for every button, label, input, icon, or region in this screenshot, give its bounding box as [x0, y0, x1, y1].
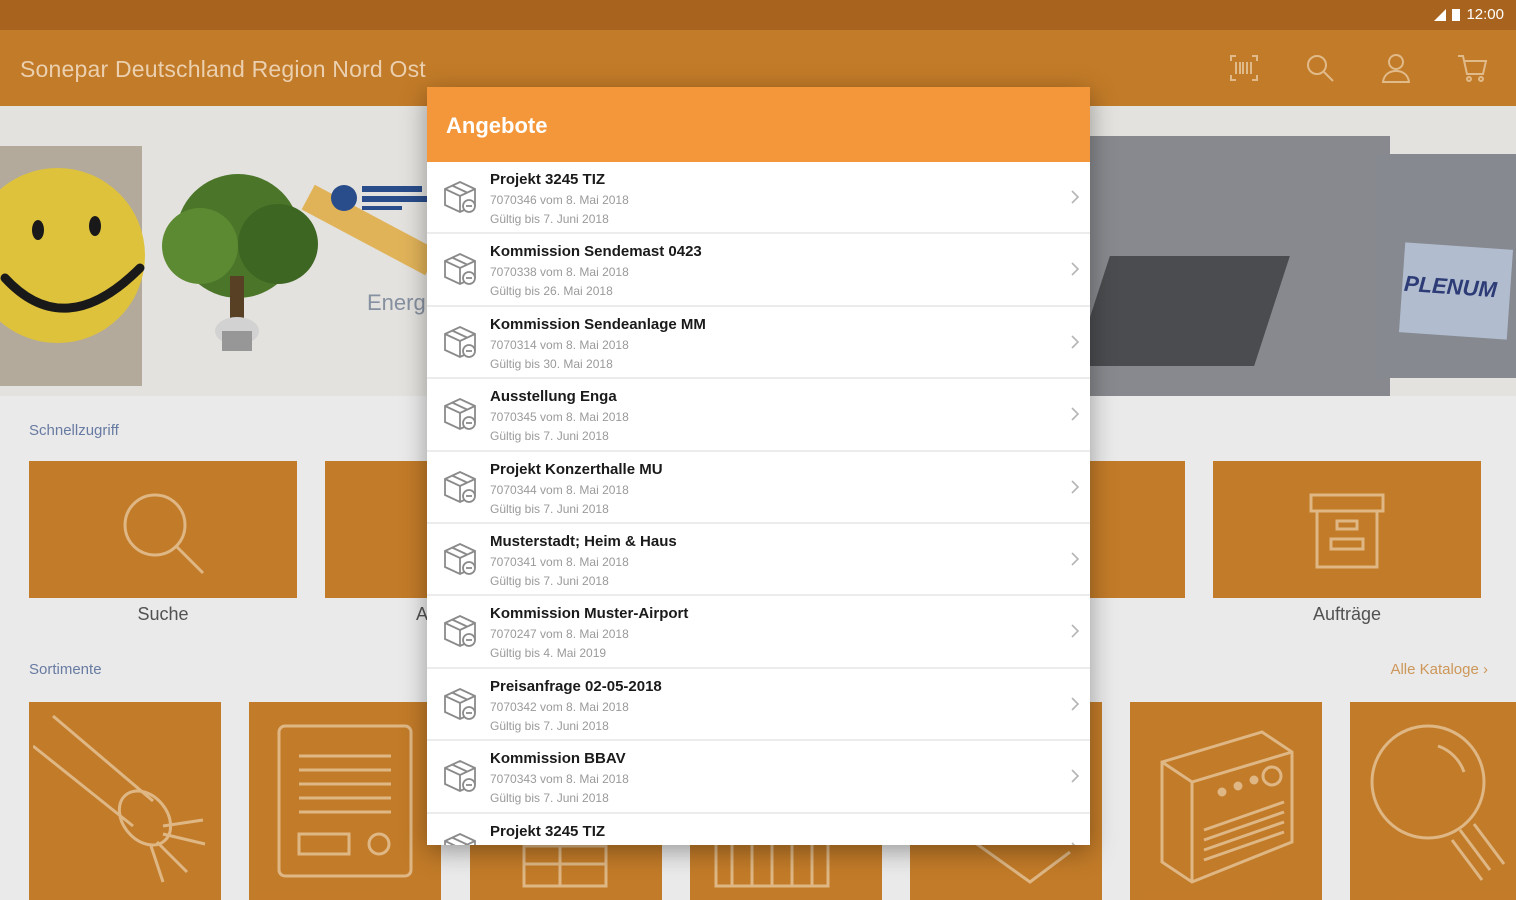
chevron-right-icon: [1071, 479, 1080, 494]
offer-list-item[interactable]: Kommission Sendeanlage MM 7070314 vom 8.…: [427, 307, 1090, 380]
status-time: 12:00: [1466, 6, 1504, 23]
offer-valid-until: Gültig bis 4. Mai 2019: [490, 646, 607, 661]
offer-list-item[interactable]: Kommission BBAV 7070343 vom 8. Mai 2018 …: [427, 741, 1090, 814]
package-icon: [444, 542, 476, 575]
offer-number-date: 7070247 vom 8. Mai 2018: [490, 627, 629, 642]
package-icon: [444, 470, 476, 503]
offer-valid-until: Gültig bis 7. Juni 2018: [490, 429, 609, 444]
offer-title: Ausstellung Enga: [490, 388, 617, 406]
offer-title: Projekt Konzerthalle MU: [490, 460, 663, 478]
offer-number-date: 7070345 vom 8. Mai 2018: [490, 410, 629, 425]
offer-list-item[interactable]: Projekt 3245 TIZ 7070346 vom 8. Mai 2018…: [427, 162, 1090, 235]
offer-number-date: 7070346 vom 8. Mai 2018: [490, 193, 629, 207]
dialog-header: Angebote: [427, 87, 1090, 162]
package-icon: [444, 325, 476, 358]
offer-list-item[interactable]: Projekt 3245 TIZ: [427, 814, 1090, 845]
package-icon: [444, 253, 476, 286]
offer-list-item[interactable]: Projekt Konzerthalle MU 7070344 vom 8. M…: [427, 452, 1090, 524]
offer-number-date: 7070344 vom 8. Mai 2018: [490, 482, 629, 497]
offer-title: Kommission BBAV: [490, 750, 626, 768]
offer-valid-until: Gültig bis 7. Juni 2018: [490, 791, 609, 806]
offer-number-date: 7070341 vom 8. Mai 2018: [490, 554, 629, 569]
chevron-right-icon: [1071, 769, 1080, 783]
offer-title: Projekt 3245 TIZ: [490, 171, 606, 188]
chevron-right-icon: [1071, 624, 1080, 638]
offer-title: Preisanfrage 02-05-2018: [490, 677, 662, 695]
chevron-right-icon: [1071, 262, 1080, 276]
package-icon: [444, 832, 476, 845]
chevron-right-icon: [1071, 190, 1080, 204]
package-icon: [444, 398, 476, 431]
offer-title: Kommission Sendeanlage MM: [490, 315, 706, 333]
offer-valid-until: Gültig bis 30. Mai 2018: [490, 356, 613, 371]
package-icon: [444, 181, 476, 213]
offer-valid-until: Gültig bis 26. Mai 2018: [490, 284, 613, 299]
offer-title: Kommission Sendemast 0423: [490, 243, 702, 261]
offer-valid-until: Gültig bis 7. Juni 2018: [490, 501, 609, 516]
offer-list-item[interactable]: Musterstadt; Heim & Haus 7070341 vom 8. …: [427, 524, 1090, 597]
offer-title: Projekt 3245 TIZ: [490, 822, 606, 840]
offer-list-item[interactable]: Kommission Muster-Airport 7070247 vom 8.…: [427, 596, 1090, 669]
offer-title: Musterstadt; Heim & Haus: [490, 532, 677, 550]
offer-list-item[interactable]: Preisanfrage 02-05-2018 7070342 vom 8. M…: [427, 669, 1090, 742]
offer-valid-until: Gültig bis 7. Juni 2018: [490, 718, 609, 733]
signal-icon: [1434, 8, 1447, 21]
battery-icon: [1452, 8, 1461, 21]
status-bar: 12:00: [0, 0, 1516, 30]
offer-list-item[interactable]: Kommission Sendemast 0423 7070338 vom 8.…: [427, 234, 1090, 307]
dialog-title: Angebote: [446, 113, 548, 138]
offer-list-item[interactable]: Ausstellung Enga 7070345 vom 8. Mai 2018…: [427, 379, 1090, 452]
offer-number-date: 7070343 vom 8. Mai 2018: [490, 772, 629, 787]
chevron-right-icon: [1071, 335, 1080, 349]
offer-title: Kommission Muster-Airport: [490, 605, 689, 623]
offer-valid-until: Gültig bis 7. Juni 2018: [490, 573, 609, 588]
chevron-right-icon: [1071, 841, 1076, 845]
chevron-right-icon: [1071, 407, 1080, 421]
offer-valid-until: Gültig bis 7. Juni 2018: [490, 212, 609, 226]
offers-dialog: Angebote Projekt 3245 TIZ 7070346 vom 8.…: [427, 87, 1090, 845]
offer-number-date: 7070338 vom 8. Mai 2018: [490, 265, 629, 280]
chevron-right-icon: [1071, 697, 1080, 711]
package-icon: [444, 687, 476, 720]
status-indicators: 12:00: [1434, 6, 1504, 23]
offer-number-date: 7070314 vom 8. Mai 2018: [490, 337, 629, 352]
package-icon: [444, 760, 476, 793]
chevron-right-icon: [1071, 552, 1080, 566]
package-icon: [444, 615, 476, 648]
offers-list[interactable]: Projekt 3245 TIZ 7070346 vom 8. Mai 2018…: [427, 162, 1090, 845]
offer-number-date: 7070342 vom 8. Mai 2018: [490, 699, 629, 714]
